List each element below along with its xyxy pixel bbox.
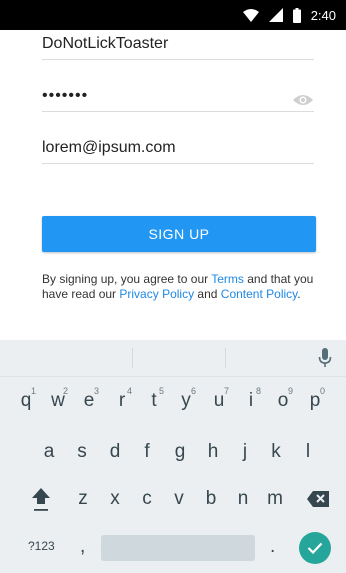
key-label: g bbox=[174, 441, 186, 462]
key-label: c bbox=[142, 488, 152, 509]
username-field[interactable]: DoNotLickToaster bbox=[42, 30, 314, 60]
microphone-icon[interactable] bbox=[318, 348, 332, 368]
signal-icon bbox=[268, 8, 283, 22]
key-g[interactable]: g bbox=[163, 434, 197, 470]
key-label: p bbox=[309, 390, 321, 411]
content-policy-link[interactable]: Content Policy bbox=[221, 287, 297, 301]
key-label: f bbox=[144, 441, 150, 462]
key-label: y bbox=[181, 390, 191, 411]
key-b[interactable]: b bbox=[194, 481, 228, 517]
backspace-icon[interactable] bbox=[306, 490, 330, 508]
key-label: l bbox=[305, 441, 311, 462]
key-label: r bbox=[118, 390, 126, 411]
key-h[interactable]: h bbox=[196, 434, 230, 470]
key-label: o bbox=[277, 390, 289, 411]
key-label: j bbox=[242, 441, 248, 462]
key-k[interactable]: k bbox=[259, 434, 293, 470]
suggestion-strip bbox=[0, 340, 346, 377]
key-label: q bbox=[20, 390, 32, 411]
password-value: ••••••• bbox=[42, 87, 89, 104]
key-e[interactable]: e3 bbox=[72, 383, 106, 419]
key-label: b bbox=[205, 488, 217, 509]
key-number-hint: 2 bbox=[62, 386, 68, 396]
key-label: z bbox=[78, 488, 88, 509]
key-t[interactable]: t5 bbox=[137, 383, 171, 419]
key-l[interactable]: l bbox=[291, 434, 325, 470]
key-j[interactable]: j bbox=[228, 434, 262, 470]
key-a[interactable]: a bbox=[32, 434, 66, 470]
password-field[interactable]: ••••••• bbox=[42, 80, 314, 112]
key-number-hint: 4 bbox=[126, 386, 132, 396]
key-number-hint: 5 bbox=[158, 386, 164, 396]
key-number-hint: 6 bbox=[190, 386, 196, 396]
signup-form: DoNotLickToaster ••••••• lorem@ipsum.com… bbox=[0, 30, 346, 340]
terms-text-part: . bbox=[297, 287, 301, 301]
email-value: lorem@ipsum.com bbox=[42, 139, 176, 156]
signup-screen: 2:40 DoNotLickToaster ••••••• lorem@ipsu… bbox=[0, 0, 346, 573]
status-time: 2:40 bbox=[310, 7, 336, 23]
status-bar: 2:40 bbox=[0, 0, 346, 30]
key-number-hint: 0 bbox=[319, 386, 325, 396]
key-label: s bbox=[77, 441, 87, 462]
key-i[interactable]: i8 bbox=[234, 383, 268, 419]
key-label: k bbox=[271, 441, 281, 462]
symbols-key[interactable]: ?123 bbox=[28, 539, 55, 553]
checkmark-icon bbox=[307, 542, 323, 554]
key-label: v bbox=[174, 488, 184, 509]
terms-link[interactable]: Terms bbox=[211, 272, 244, 286]
key-label: a bbox=[43, 441, 55, 462]
key-label: i bbox=[248, 390, 254, 411]
wifi-icon bbox=[242, 8, 259, 22]
username-value: DoNotLickToaster bbox=[42, 35, 169, 52]
key-label: e bbox=[83, 390, 95, 411]
battery-icon bbox=[292, 7, 301, 23]
key-z[interactable]: z bbox=[66, 481, 100, 517]
suggestion-divider bbox=[132, 348, 133, 368]
key-u[interactable]: u7 bbox=[202, 383, 236, 419]
key-number-hint: 7 bbox=[223, 386, 229, 396]
key-p[interactable]: p0 bbox=[298, 383, 332, 419]
key-label: m bbox=[267, 488, 283, 509]
eye-icon[interactable] bbox=[292, 93, 314, 107]
terms-text-part: and bbox=[194, 287, 221, 301]
key-q[interactable]: q1 bbox=[9, 383, 43, 419]
key-o[interactable]: o9 bbox=[266, 383, 300, 419]
key-s[interactable]: s bbox=[65, 434, 99, 470]
key-number-hint: 9 bbox=[287, 386, 293, 396]
shift-icon[interactable] bbox=[31, 487, 51, 513]
key-r[interactable]: r4 bbox=[105, 383, 139, 419]
key-number-hint: 1 bbox=[30, 386, 36, 396]
sign-up-button[interactable]: SIGN UP bbox=[42, 216, 316, 252]
key-y[interactable]: y6 bbox=[169, 383, 203, 419]
suggestion-divider bbox=[225, 348, 226, 368]
key-label: h bbox=[207, 441, 219, 462]
key-label: n bbox=[237, 488, 249, 509]
comma-key[interactable]: , bbox=[80, 536, 85, 558]
key-c[interactable]: c bbox=[130, 481, 164, 517]
key-number-hint: 3 bbox=[93, 386, 99, 396]
terms-text: By signing up, you agree to our Terms an… bbox=[42, 272, 322, 302]
key-label: d bbox=[109, 441, 121, 462]
key-m[interactable]: m bbox=[258, 481, 292, 517]
key-number-hint: 8 bbox=[255, 386, 261, 396]
terms-text-part: By signing up, you agree to our bbox=[42, 272, 212, 286]
space-bar[interactable] bbox=[101, 535, 255, 561]
key-label: x bbox=[110, 488, 120, 509]
email-field[interactable]: lorem@ipsum.com bbox=[42, 134, 314, 164]
key-x[interactable]: x bbox=[98, 481, 132, 517]
privacy-policy-link[interactable]: Privacy Policy bbox=[119, 287, 194, 301]
key-n[interactable]: n bbox=[226, 481, 260, 517]
key-w[interactable]: w2 bbox=[41, 383, 75, 419]
key-label: u bbox=[213, 390, 225, 411]
key-f[interactable]: f bbox=[130, 434, 164, 470]
key-v[interactable]: v bbox=[162, 481, 196, 517]
period-key[interactable]: . bbox=[270, 536, 275, 558]
key-label: t bbox=[151, 390, 157, 411]
key-d[interactable]: d bbox=[98, 434, 132, 470]
done-button[interactable] bbox=[299, 532, 331, 564]
